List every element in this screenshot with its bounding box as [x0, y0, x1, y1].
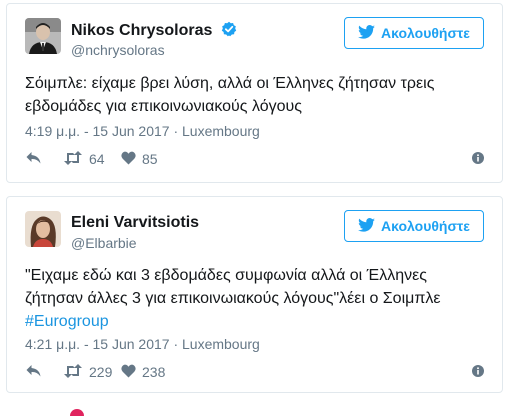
- twitter-bird-icon: [358, 24, 375, 42]
- hashtag-link[interactable]: #Eurogroup: [25, 313, 109, 330]
- tweet-card: Eleni Varvitsiotis @Elbarbie Ακολουθήστε…: [6, 196, 503, 393]
- notification-dot: [70, 409, 84, 416]
- follow-button-label: Ακολουθήστε: [381, 218, 470, 234]
- verified-badge-icon: [221, 21, 237, 42]
- reply-icon: [25, 364, 42, 381]
- info-icon: [472, 364, 484, 380]
- reply-button[interactable]: [25, 151, 63, 168]
- tweet-actions: 229 238: [25, 362, 484, 382]
- reply-icon: [25, 151, 42, 168]
- like-icon: [121, 151, 136, 168]
- follow-button[interactable]: Ακολουθήστε: [344, 210, 484, 242]
- retweet-count: 229: [89, 364, 113, 380]
- retweet-icon: [63, 363, 83, 381]
- retweet-icon: [63, 150, 83, 168]
- avatar[interactable]: [25, 18, 61, 54]
- like-icon: [121, 364, 136, 381]
- follow-button[interactable]: Ακολουθήστε: [344, 17, 484, 49]
- retweet-button[interactable]: 64: [63, 150, 121, 168]
- retweet-count: 64: [89, 151, 105, 167]
- follow-button-label: Ακολουθήστε: [381, 25, 470, 41]
- display-name[interactable]: Nikos Chrysoloras: [71, 21, 237, 42]
- like-button[interactable]: 238: [121, 364, 165, 381]
- display-name[interactable]: Eleni Varvitsiotis: [71, 214, 199, 232]
- tweet-card: Nikos Chrysoloras @nchrysoloras Ακολουθή…: [6, 3, 503, 183]
- like-count: 238: [142, 364, 166, 380]
- tweet-feed: Nikos Chrysoloras @nchrysoloras Ακολουθή…: [0, 0, 507, 416]
- avatar[interactable]: [25, 211, 61, 247]
- info-button[interactable]: [472, 364, 484, 380]
- retweet-button[interactable]: 229: [63, 363, 121, 381]
- tweet-actions: 64 85: [25, 149, 484, 169]
- like-count: 85: [142, 151, 158, 167]
- tweet-text: "Ειχαμε εδώ και 3 εβδομάδες συμφωνία αλλ…: [25, 267, 441, 330]
- twitter-bird-icon: [358, 217, 375, 235]
- user-handle[interactable]: @nchrysoloras: [71, 42, 165, 58]
- like-button[interactable]: 85: [121, 151, 158, 168]
- tweet-text: Σόιμπλε: είχαμε βρει λύση, αλλά οι Έλλην…: [25, 75, 435, 115]
- tweet-timestamp[interactable]: 4:19 μ.μ. - 15 Jun 2017 · Luxembourg: [25, 123, 260, 139]
- info-icon: [472, 151, 484, 167]
- info-button[interactable]: [472, 151, 484, 167]
- user-handle[interactable]: @Elbarbie: [71, 235, 137, 251]
- reply-button[interactable]: [25, 364, 63, 381]
- tweet-timestamp[interactable]: 4:21 μ.μ. - 15 Jun 2017 · Luxembourg: [25, 336, 260, 352]
